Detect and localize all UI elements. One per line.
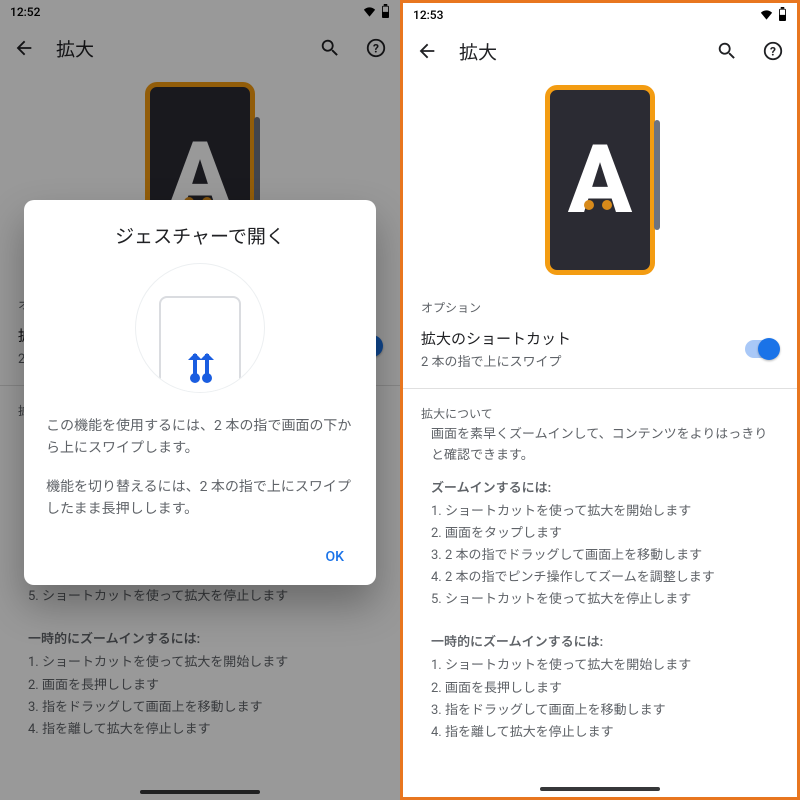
about-intro: 画面を素早くズームインして、コンテンツをよりはっきりと確認できます。: [431, 424, 769, 466]
about-body: 画面を素早くズームインして、コンテンツをよりはっきりと確認できます。 ズームイン…: [403, 424, 797, 743]
hero-illustration: A: [403, 75, 797, 293]
search-icon[interactable]: [713, 37, 741, 65]
list-item: 4. 2 本の指でピンチ操作してズームを調整します: [431, 567, 769, 588]
wifi-icon: [759, 8, 774, 23]
dialog-text: この機能を使用するには、2 本の指で画面の下から上にスワイプします。: [46, 415, 354, 460]
swipe-arrow-icon: [193, 354, 197, 378]
dialog-body: この機能を使用するには、2 本の指で画面の下から上にスワイプします。 機能を切り…: [46, 415, 354, 521]
help-icon[interactable]: ?: [759, 37, 787, 65]
list-item: 1. ショートカットを使って拡大を開始します: [431, 655, 769, 676]
list-item: 3. 指をドラッグして画面上を移動します: [431, 700, 769, 721]
temp-list: 1. ショートカットを使って拡大を開始します 2. 画面を長押しします 3. 指…: [431, 655, 769, 742]
shortcut-row[interactable]: 拡大のショートカット 2 本の指で上にスワイプ: [403, 318, 797, 382]
gesture-dialog: ジェスチャーで開く この機能を使用するには、2 本の指で画面の下から上にスワイプ…: [24, 200, 376, 585]
svg-text:?: ?: [770, 45, 776, 59]
list-item: 2. 画面をタップします: [431, 523, 769, 544]
app-bar: 拡大 ?: [403, 27, 797, 75]
list-item: 3. 2 本の指でドラッグして画面上を移動します: [431, 545, 769, 566]
options-section-label: オプション: [403, 293, 797, 318]
battery-icon: [778, 7, 787, 24]
list-item: 5. ショートカットを使って拡大を停止します: [431, 589, 769, 610]
page-title: 拡大: [459, 38, 695, 65]
nav-handle[interactable]: [540, 787, 660, 791]
zoomin-list: 1. ショートカットを使って拡大を開始します 2. 画面をタップします 3. 2…: [431, 501, 769, 610]
dialog-ok-button[interactable]: OK: [316, 543, 355, 571]
back-icon[interactable]: [413, 37, 441, 65]
about-section-label: 拡大について: [403, 399, 797, 424]
left-screenshot: 12:52 拡大 ? A オプション 拡大のショートカット 2 本の指で上にス: [0, 0, 400, 800]
temp-heading: 一時的にズームインするには:: [431, 632, 769, 653]
zoomin-heading: ズームインするには:: [431, 478, 769, 499]
status-time: 12:53: [413, 8, 443, 22]
status-bar: 12:53: [403, 3, 797, 27]
shortcut-switch[interactable]: [745, 340, 779, 358]
dialog-text: 機能を切り替えるには、2 本の指で上にスワイプしたまま長押しします。: [46, 476, 354, 521]
shortcut-subtitle: 2 本の指で上にスワイプ: [421, 351, 745, 370]
shortcut-title: 拡大のショートカット: [421, 328, 745, 349]
list-item: 4. 指を離して拡大を停止します: [431, 722, 769, 743]
divider: [403, 388, 797, 389]
right-screenshot: 12:53 拡大 ? A オプション 拡大のショートカット 2 本の指で上にスワ…: [400, 0, 800, 800]
swipe-arrow-icon: [205, 354, 209, 378]
list-item: 1. ショートカットを使って拡大を開始します: [431, 501, 769, 522]
dialog-illustration: [135, 263, 265, 393]
dialog-title: ジェスチャーで開く: [46, 222, 354, 249]
list-item: 2. 画面を長押しします: [431, 678, 769, 699]
